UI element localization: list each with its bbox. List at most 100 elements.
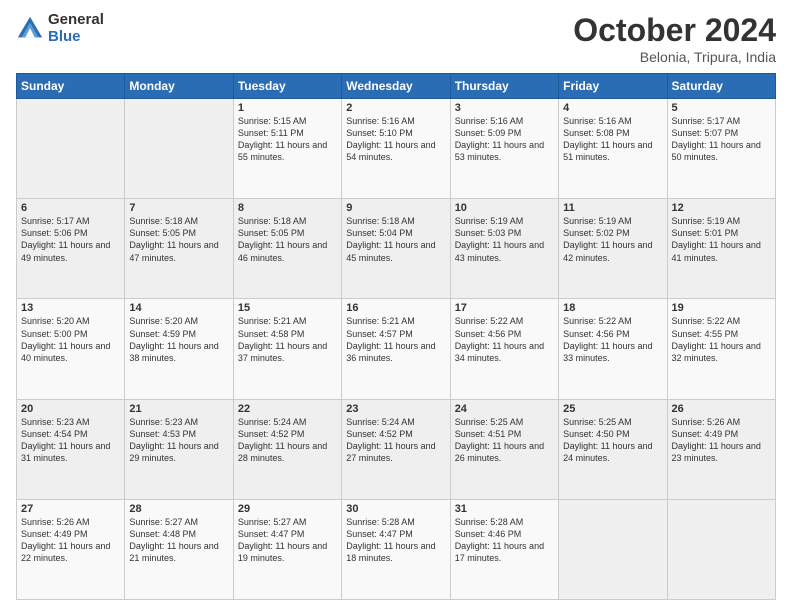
calendar-cell: 24Sunrise: 5:25 AMSunset: 4:51 PMDayligh… bbox=[450, 399, 558, 499]
cell-info: Sunrise: 5:23 AMSunset: 4:53 PMDaylight:… bbox=[129, 416, 228, 465]
calendar-cell bbox=[559, 499, 667, 599]
cell-info: Sunrise: 5:22 AMSunset: 4:56 PMDaylight:… bbox=[455, 315, 554, 364]
logo: General Blue bbox=[16, 12, 104, 45]
day-number: 4 bbox=[563, 102, 662, 114]
cell-info: Sunrise: 5:15 AMSunset: 5:11 PMDaylight:… bbox=[238, 115, 337, 164]
cell-info: Sunrise: 5:26 AMSunset: 4:49 PMDaylight:… bbox=[672, 416, 771, 465]
calendar-week-row: 6Sunrise: 5:17 AMSunset: 5:06 PMDaylight… bbox=[17, 199, 776, 299]
cell-info: Sunrise: 5:18 AMSunset: 5:05 PMDaylight:… bbox=[238, 215, 337, 264]
day-number: 23 bbox=[346, 403, 445, 415]
day-number: 7 bbox=[129, 202, 228, 214]
calendar-cell: 7Sunrise: 5:18 AMSunset: 5:05 PMDaylight… bbox=[125, 199, 233, 299]
calendar-cell: 5Sunrise: 5:17 AMSunset: 5:07 PMDaylight… bbox=[667, 99, 775, 199]
cell-info: Sunrise: 5:27 AMSunset: 4:47 PMDaylight:… bbox=[238, 516, 337, 565]
cell-info: Sunrise: 5:28 AMSunset: 4:47 PMDaylight:… bbox=[346, 516, 445, 565]
month-title: October 2024 bbox=[573, 12, 776, 49]
header-day-friday: Friday bbox=[559, 74, 667, 99]
calendar-cell: 31Sunrise: 5:28 AMSunset: 4:46 PMDayligh… bbox=[450, 499, 558, 599]
cell-info: Sunrise: 5:27 AMSunset: 4:48 PMDaylight:… bbox=[129, 516, 228, 565]
day-number: 1 bbox=[238, 102, 337, 114]
header-day-sunday: Sunday bbox=[17, 74, 125, 99]
day-number: 12 bbox=[672, 202, 771, 214]
day-number: 20 bbox=[21, 403, 120, 415]
day-number: 16 bbox=[346, 302, 445, 314]
cell-info: Sunrise: 5:22 AMSunset: 4:56 PMDaylight:… bbox=[563, 315, 662, 364]
day-number: 24 bbox=[455, 403, 554, 415]
calendar-cell: 2Sunrise: 5:16 AMSunset: 5:10 PMDaylight… bbox=[342, 99, 450, 199]
calendar-cell: 22Sunrise: 5:24 AMSunset: 4:52 PMDayligh… bbox=[233, 399, 341, 499]
day-number: 30 bbox=[346, 503, 445, 515]
calendar-table: SundayMondayTuesdayWednesdayThursdayFrid… bbox=[16, 73, 776, 600]
day-number: 26 bbox=[672, 403, 771, 415]
calendar-cell: 6Sunrise: 5:17 AMSunset: 5:06 PMDaylight… bbox=[17, 199, 125, 299]
calendar-cell: 20Sunrise: 5:23 AMSunset: 4:54 PMDayligh… bbox=[17, 399, 125, 499]
cell-info: Sunrise: 5:24 AMSunset: 4:52 PMDaylight:… bbox=[238, 416, 337, 465]
day-number: 2 bbox=[346, 102, 445, 114]
cell-info: Sunrise: 5:20 AMSunset: 5:00 PMDaylight:… bbox=[21, 315, 120, 364]
cell-info: Sunrise: 5:16 AMSunset: 5:09 PMDaylight:… bbox=[455, 115, 554, 164]
calendar-cell: 15Sunrise: 5:21 AMSunset: 4:58 PMDayligh… bbox=[233, 299, 341, 399]
day-number: 25 bbox=[563, 403, 662, 415]
calendar-cell: 25Sunrise: 5:25 AMSunset: 4:50 PMDayligh… bbox=[559, 399, 667, 499]
calendar-cell bbox=[125, 99, 233, 199]
calendar-cell: 26Sunrise: 5:26 AMSunset: 4:49 PMDayligh… bbox=[667, 399, 775, 499]
day-number: 10 bbox=[455, 202, 554, 214]
day-number: 28 bbox=[129, 503, 228, 515]
day-number: 13 bbox=[21, 302, 120, 314]
calendar-cell: 30Sunrise: 5:28 AMSunset: 4:47 PMDayligh… bbox=[342, 499, 450, 599]
cell-info: Sunrise: 5:18 AMSunset: 5:04 PMDaylight:… bbox=[346, 215, 445, 264]
calendar-week-row: 20Sunrise: 5:23 AMSunset: 4:54 PMDayligh… bbox=[17, 399, 776, 499]
day-number: 21 bbox=[129, 403, 228, 415]
cell-info: Sunrise: 5:16 AMSunset: 5:08 PMDaylight:… bbox=[563, 115, 662, 164]
calendar-cell: 11Sunrise: 5:19 AMSunset: 5:02 PMDayligh… bbox=[559, 199, 667, 299]
header-day-wednesday: Wednesday bbox=[342, 74, 450, 99]
day-number: 17 bbox=[455, 302, 554, 314]
cell-info: Sunrise: 5:25 AMSunset: 4:50 PMDaylight:… bbox=[563, 416, 662, 465]
calendar-cell: 12Sunrise: 5:19 AMSunset: 5:01 PMDayligh… bbox=[667, 199, 775, 299]
logo-blue-text: Blue bbox=[48, 29, 104, 46]
day-number: 5 bbox=[672, 102, 771, 114]
cell-info: Sunrise: 5:22 AMSunset: 4:55 PMDaylight:… bbox=[672, 315, 771, 364]
cell-info: Sunrise: 5:21 AMSunset: 4:57 PMDaylight:… bbox=[346, 315, 445, 364]
cell-info: Sunrise: 5:24 AMSunset: 4:52 PMDaylight:… bbox=[346, 416, 445, 465]
calendar-week-row: 27Sunrise: 5:26 AMSunset: 4:49 PMDayligh… bbox=[17, 499, 776, 599]
logo-text: General Blue bbox=[48, 12, 104, 45]
calendar-cell: 21Sunrise: 5:23 AMSunset: 4:53 PMDayligh… bbox=[125, 399, 233, 499]
day-number: 6 bbox=[21, 202, 120, 214]
calendar-cell: 4Sunrise: 5:16 AMSunset: 5:08 PMDaylight… bbox=[559, 99, 667, 199]
cell-info: Sunrise: 5:18 AMSunset: 5:05 PMDaylight:… bbox=[129, 215, 228, 264]
calendar-cell: 10Sunrise: 5:19 AMSunset: 5:03 PMDayligh… bbox=[450, 199, 558, 299]
calendar-cell: 19Sunrise: 5:22 AMSunset: 4:55 PMDayligh… bbox=[667, 299, 775, 399]
logo-icon bbox=[16, 15, 44, 43]
cell-info: Sunrise: 5:19 AMSunset: 5:01 PMDaylight:… bbox=[672, 215, 771, 264]
calendar-cell: 17Sunrise: 5:22 AMSunset: 4:56 PMDayligh… bbox=[450, 299, 558, 399]
cell-info: Sunrise: 5:28 AMSunset: 4:46 PMDaylight:… bbox=[455, 516, 554, 565]
calendar-cell: 16Sunrise: 5:21 AMSunset: 4:57 PMDayligh… bbox=[342, 299, 450, 399]
calendar-cell bbox=[17, 99, 125, 199]
cell-info: Sunrise: 5:16 AMSunset: 5:10 PMDaylight:… bbox=[346, 115, 445, 164]
logo-general-text: General bbox=[48, 12, 104, 29]
day-number: 29 bbox=[238, 503, 337, 515]
calendar-cell bbox=[667, 499, 775, 599]
calendar-cell: 3Sunrise: 5:16 AMSunset: 5:09 PMDaylight… bbox=[450, 99, 558, 199]
location: Belonia, Tripura, India bbox=[573, 49, 776, 65]
calendar-cell: 13Sunrise: 5:20 AMSunset: 5:00 PMDayligh… bbox=[17, 299, 125, 399]
calendar-cell: 14Sunrise: 5:20 AMSunset: 4:59 PMDayligh… bbox=[125, 299, 233, 399]
day-number: 31 bbox=[455, 503, 554, 515]
header-day-monday: Monday bbox=[125, 74, 233, 99]
cell-info: Sunrise: 5:17 AMSunset: 5:06 PMDaylight:… bbox=[21, 215, 120, 264]
day-number: 11 bbox=[563, 202, 662, 214]
calendar-cell: 18Sunrise: 5:22 AMSunset: 4:56 PMDayligh… bbox=[559, 299, 667, 399]
calendar-cell: 27Sunrise: 5:26 AMSunset: 4:49 PMDayligh… bbox=[17, 499, 125, 599]
day-number: 3 bbox=[455, 102, 554, 114]
calendar-cell: 1Sunrise: 5:15 AMSunset: 5:11 PMDaylight… bbox=[233, 99, 341, 199]
header-day-saturday: Saturday bbox=[667, 74, 775, 99]
cell-info: Sunrise: 5:19 AMSunset: 5:03 PMDaylight:… bbox=[455, 215, 554, 264]
calendar-cell: 28Sunrise: 5:27 AMSunset: 4:48 PMDayligh… bbox=[125, 499, 233, 599]
day-number: 27 bbox=[21, 503, 120, 515]
title-block: October 2024 Belonia, Tripura, India bbox=[573, 12, 776, 65]
calendar-week-row: 13Sunrise: 5:20 AMSunset: 5:00 PMDayligh… bbox=[17, 299, 776, 399]
day-number: 14 bbox=[129, 302, 228, 314]
cell-info: Sunrise: 5:17 AMSunset: 5:07 PMDaylight:… bbox=[672, 115, 771, 164]
day-number: 15 bbox=[238, 302, 337, 314]
